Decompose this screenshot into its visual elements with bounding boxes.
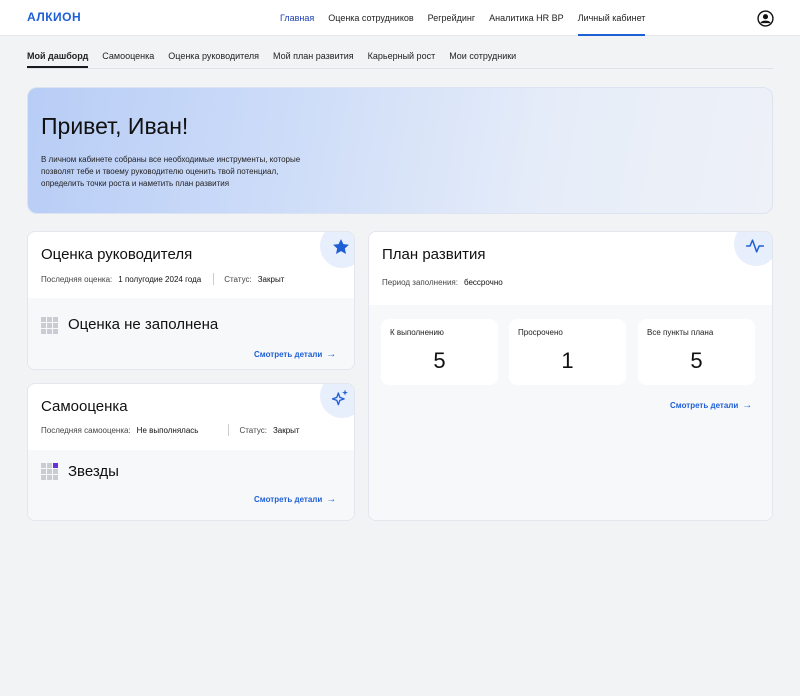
topnav-regrading[interactable]: Регрейдинг — [428, 0, 475, 36]
status-label: Статус: — [224, 274, 252, 284]
development-plan-details-link[interactable]: Смотреть детали → — [670, 400, 752, 411]
last-review-label: Последняя оценка: — [41, 274, 113, 284]
stat-label: Все пункты плана — [647, 328, 714, 337]
manager-review-details-link[interactable]: Смотреть детали → — [254, 349, 336, 360]
manager-review-title: Оценка руководителя — [41, 246, 193, 263]
top-bar: АЛКИОН Главная Оценка сотрудников Регрей… — [0, 0, 800, 36]
top-nav: Главная Оценка сотрудников Регрейдинг Ан… — [280, 0, 646, 36]
self-review-meta: Последняя самооценка: Не выполнялась Ста… — [41, 424, 300, 436]
topnav-hr-analytics[interactable]: Аналитика HR BP — [489, 0, 564, 36]
details-link-label: Смотреть детали — [254, 495, 323, 504]
star-icon — [333, 239, 349, 254]
tab-my-employees[interactable]: Мои сотрудники — [449, 44, 516, 68]
meta-divider — [228, 424, 230, 436]
details-link-label: Смотреть детали — [254, 350, 323, 359]
manager-review-meta: Последняя оценка: 1 полугодие 2024 года … — [41, 273, 284, 285]
stat-value: 5 — [433, 348, 446, 373]
development-plan-body: К выполнению 5 Просрочено 1 Все пункты п… — [369, 305, 772, 520]
app-logo[interactable]: АЛКИОН — [27, 10, 81, 24]
details-link-label: Смотреть детали — [670, 401, 739, 410]
user-avatar-icon[interactable] — [757, 10, 774, 27]
meta-divider — [213, 273, 215, 285]
tab-manager-review[interactable]: Оценка руководителя — [168, 44, 259, 68]
self-review-badge — [320, 384, 354, 418]
self-review-details-link[interactable]: Смотреть детали → — [254, 494, 336, 505]
self-review-state: Звезды — [68, 463, 119, 480]
manager-review-body: Оценка не заполнена Смотреть детали → — [28, 298, 354, 369]
greeting-description: В личном кабинете собраны все необходимы… — [41, 155, 301, 188]
topnav-employee-review[interactable]: Оценка сотрудников — [328, 0, 413, 36]
status-value: Закрыт — [257, 274, 285, 284]
arrow-right-icon: → — [742, 400, 753, 411]
period-label: Период заполнения: — [382, 278, 458, 287]
stat-all-items[interactable]: Все пункты плана 5 — [638, 319, 755, 385]
stat-value: 1 — [561, 348, 574, 373]
development-plan-meta: Период заполнения: бессрочно — [382, 278, 503, 287]
self-review-title: Самооценка — [41, 398, 128, 415]
stat-label: К выполнению — [390, 328, 444, 337]
grid-icon — [41, 317, 59, 335]
status-label: Статус: — [239, 425, 267, 435]
topnav-home[interactable]: Главная — [280, 0, 314, 36]
development-plan-badge — [734, 232, 772, 266]
welcome-banner: Привет, Иван! В личном кабинете собраны … — [27, 87, 773, 214]
tab-career-growth[interactable]: Карьерный рост — [368, 44, 436, 68]
topnav-personal-account[interactable]: Личный кабинет — [577, 0, 646, 36]
tab-self-review[interactable]: Самооценка — [102, 44, 154, 68]
grid-icon — [41, 463, 59, 481]
self-review-card: Самооценка Последняя самооценка: Не выпо… — [27, 383, 355, 521]
manager-review-state: Оценка не заполнена — [68, 316, 219, 333]
last-self-review-value: Не выполнялась — [136, 425, 199, 435]
status-value: Закрыт — [272, 425, 300, 435]
last-review-value: 1 полугодие 2024 года — [118, 274, 202, 284]
arrow-right-icon: → — [326, 494, 337, 505]
sub-nav: Мой дашборд Самооценка Оценка руководите… — [27, 44, 773, 69]
pulse-icon — [745, 239, 765, 253]
period-value: бессрочно — [463, 278, 503, 287]
manager-review-badge — [320, 232, 354, 268]
manager-review-card: Оценка руководителя Последняя оценка: 1 … — [27, 231, 355, 370]
sparkle-icon — [331, 389, 348, 406]
self-review-body: Звезды Смотреть детали → — [28, 450, 354, 520]
tab-my-dashboard[interactable]: Мой дашборд — [27, 44, 89, 68]
stat-to-do[interactable]: К выполнению 5 — [381, 319, 498, 385]
tab-development-plan[interactable]: Мой план развития — [273, 44, 354, 68]
stat-label: Просрочено — [518, 328, 563, 337]
last-self-review-label: Последняя самооценка: — [41, 425, 131, 435]
stat-value: 5 — [690, 348, 703, 373]
development-plan-card: План развития Период заполнения: бессроч… — [368, 231, 773, 521]
greeting-title: Привет, Иван! — [41, 113, 189, 139]
development-plan-title: План развития — [382, 246, 486, 263]
stat-overdue[interactable]: Просрочено 1 — [509, 319, 626, 385]
arrow-right-icon: → — [326, 349, 337, 360]
